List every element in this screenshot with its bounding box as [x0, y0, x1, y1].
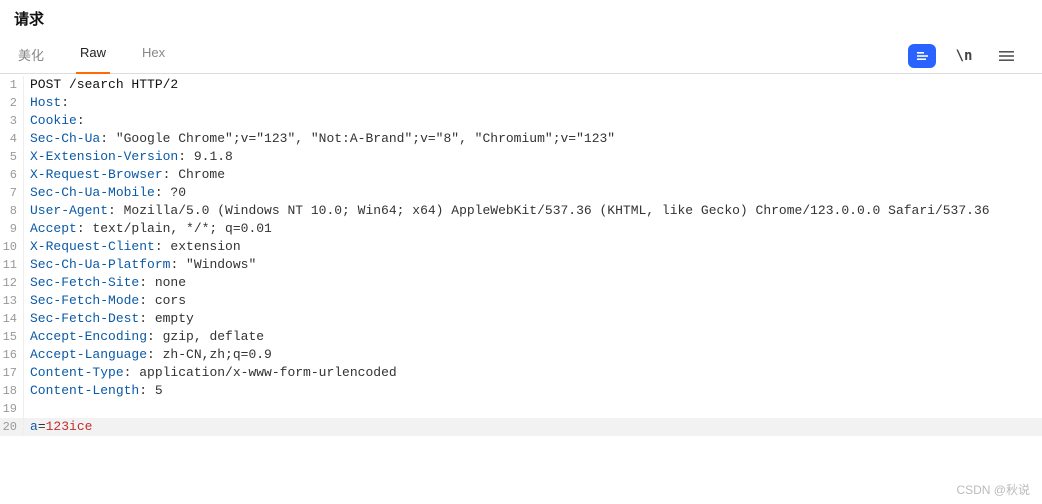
tab-hex[interactable]: Hex	[138, 39, 169, 74]
code-line[interactable]: 18Content-Length: 5	[0, 382, 1042, 400]
line-number: 18	[0, 382, 24, 400]
line-number: 3	[0, 112, 24, 130]
code-line[interactable]: 20a=123ice	[0, 418, 1042, 436]
tabs-container: 美化 Raw Hex	[14, 39, 908, 73]
layout-icon[interactable]	[908, 44, 936, 68]
line-content[interactable]: POST /search HTTP/2	[24, 76, 1042, 94]
line-number: 13	[0, 292, 24, 310]
line-number: 4	[0, 130, 24, 148]
code-line[interactable]: 13Sec-Fetch-Mode: cors	[0, 292, 1042, 310]
line-content[interactable]: Sec-Fetch-Mode: cors	[24, 292, 1042, 310]
panel-header: 请求	[0, 0, 1042, 33]
code-editor[interactable]: 1POST /search HTTP/22Host: 3Cookie: 4Sec…	[0, 74, 1042, 436]
line-number: 2	[0, 94, 24, 112]
code-line[interactable]: 2Host:	[0, 94, 1042, 112]
line-number: 12	[0, 274, 24, 292]
code-line[interactable]: 11Sec-Ch-Ua-Platform: "Windows"	[0, 256, 1042, 274]
code-line[interactable]: 12Sec-Fetch-Site: none	[0, 274, 1042, 292]
menu-icon[interactable]	[992, 44, 1020, 68]
line-number: 17	[0, 364, 24, 382]
line-number: 16	[0, 346, 24, 364]
code-line[interactable]: 5X-Extension-Version: 9.1.8	[0, 148, 1042, 166]
code-line[interactable]: 4Sec-Ch-Ua: "Google Chrome";v="123", "No…	[0, 130, 1042, 148]
line-content[interactable]: X-Request-Client: extension	[24, 238, 1042, 256]
watermark: CSDN @秋说	[956, 481, 1030, 498]
line-content[interactable]: X-Extension-Version: 9.1.8	[24, 148, 1042, 166]
line-number: 1	[0, 76, 24, 94]
line-content[interactable]: Sec-Ch-Ua-Mobile: ?0	[24, 184, 1042, 202]
line-number: 7	[0, 184, 24, 202]
line-content[interactable]: User-Agent: Mozilla/5.0 (Windows NT 10.0…	[24, 202, 1042, 220]
line-number: 5	[0, 148, 24, 166]
line-content[interactable]: Content-Length: 5	[24, 382, 1042, 400]
code-line[interactable]: 14Sec-Fetch-Dest: empty	[0, 310, 1042, 328]
code-line[interactable]: 6X-Request-Browser: Chrome	[0, 166, 1042, 184]
line-content[interactable]: a=123ice	[24, 418, 1042, 436]
line-number: 9	[0, 220, 24, 238]
code-line[interactable]: 19	[0, 400, 1042, 418]
line-content[interactable]	[24, 400, 1042, 418]
panel-title: 请求	[14, 8, 1028, 29]
line-content[interactable]: Accept-Language: zh-CN,zh;q=0.9	[24, 346, 1042, 364]
code-line[interactable]: 7Sec-Ch-Ua-Mobile: ?0	[0, 184, 1042, 202]
line-number: 11	[0, 256, 24, 274]
tab-raw[interactable]: Raw	[76, 39, 110, 74]
code-line[interactable]: 9Accept: text/plain, */*; q=0.01	[0, 220, 1042, 238]
line-number: 20	[0, 418, 24, 436]
line-content[interactable]: Cookie:	[24, 112, 1042, 130]
line-number: 15	[0, 328, 24, 346]
code-line[interactable]: 17Content-Type: application/x-www-form-u…	[0, 364, 1042, 382]
line-number: 19	[0, 400, 24, 418]
code-line[interactable]: 16Accept-Language: zh-CN,zh;q=0.9	[0, 346, 1042, 364]
line-content[interactable]: Accept: text/plain, */*; q=0.01	[24, 220, 1042, 238]
line-content[interactable]: Sec-Fetch-Site: none	[24, 274, 1042, 292]
newline-toggle-icon[interactable]: \n	[950, 44, 978, 68]
code-line[interactable]: 10X-Request-Client: extension	[0, 238, 1042, 256]
line-content[interactable]: X-Request-Browser: Chrome	[24, 166, 1042, 184]
line-number: 10	[0, 238, 24, 256]
line-content[interactable]: Host:	[24, 94, 1042, 112]
line-content[interactable]: Content-Type: application/x-www-form-url…	[24, 364, 1042, 382]
code-line[interactable]: 1POST /search HTTP/2	[0, 76, 1042, 94]
line-number: 6	[0, 166, 24, 184]
line-content[interactable]: Sec-Fetch-Dest: empty	[24, 310, 1042, 328]
tab-actions: \n	[908, 44, 1028, 68]
tab-bar: 美化 Raw Hex \n	[0, 33, 1042, 74]
line-number: 14	[0, 310, 24, 328]
line-content[interactable]: Sec-Ch-Ua: "Google Chrome";v="123", "Not…	[24, 130, 1042, 148]
line-number: 8	[0, 202, 24, 220]
code-line[interactable]: 3Cookie:	[0, 112, 1042, 130]
line-content[interactable]: Accept-Encoding: gzip, deflate	[24, 328, 1042, 346]
line-content[interactable]: Sec-Ch-Ua-Platform: "Windows"	[24, 256, 1042, 274]
code-line[interactable]: 8User-Agent: Mozilla/5.0 (Windows NT 10.…	[0, 202, 1042, 220]
code-line[interactable]: 15Accept-Encoding: gzip, deflate	[0, 328, 1042, 346]
tab-美化[interactable]: 美化	[14, 39, 48, 74]
